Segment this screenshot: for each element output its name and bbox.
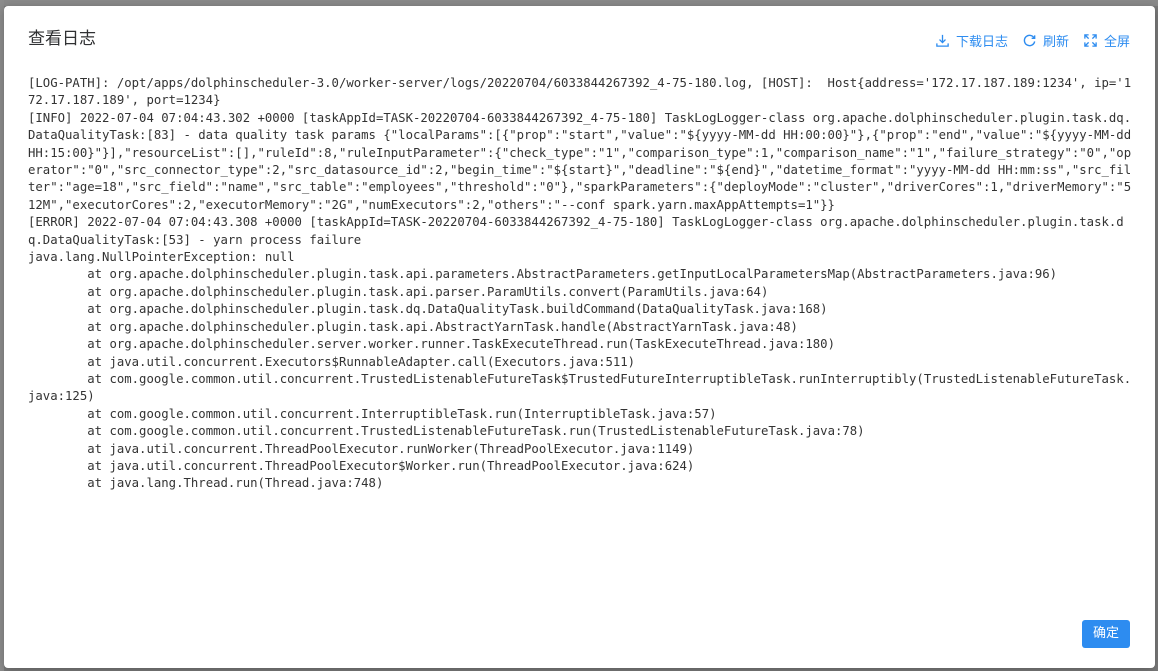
download-icon [935,33,950,48]
view-log-dialog: 查看日志 下载日志 刷新 全屏 [LOG-PATH]: /opt/apps/do… [4,6,1155,668]
refresh-label: 刷新 [1042,35,1069,50]
fullscreen-label: 全屏 [1103,35,1130,50]
refresh-button[interactable]: 刷新 [1022,31,1069,50]
refresh-icon [1022,33,1037,48]
download-log-label: 下载日志 [955,35,1008,50]
dialog-title: 查看日志 [28,29,96,49]
fullscreen-icon [1083,33,1098,48]
fullscreen-button[interactable]: 全屏 [1083,31,1130,50]
log-content[interactable]: [LOG-PATH]: /opt/apps/dolphinscheduler-3… [28,75,1138,605]
dialog-toolbar: 下载日志 刷新 全屏 [935,31,1130,50]
download-log-button[interactable]: 下载日志 [935,31,1008,50]
confirm-button[interactable]: 确定 [1082,620,1130,648]
